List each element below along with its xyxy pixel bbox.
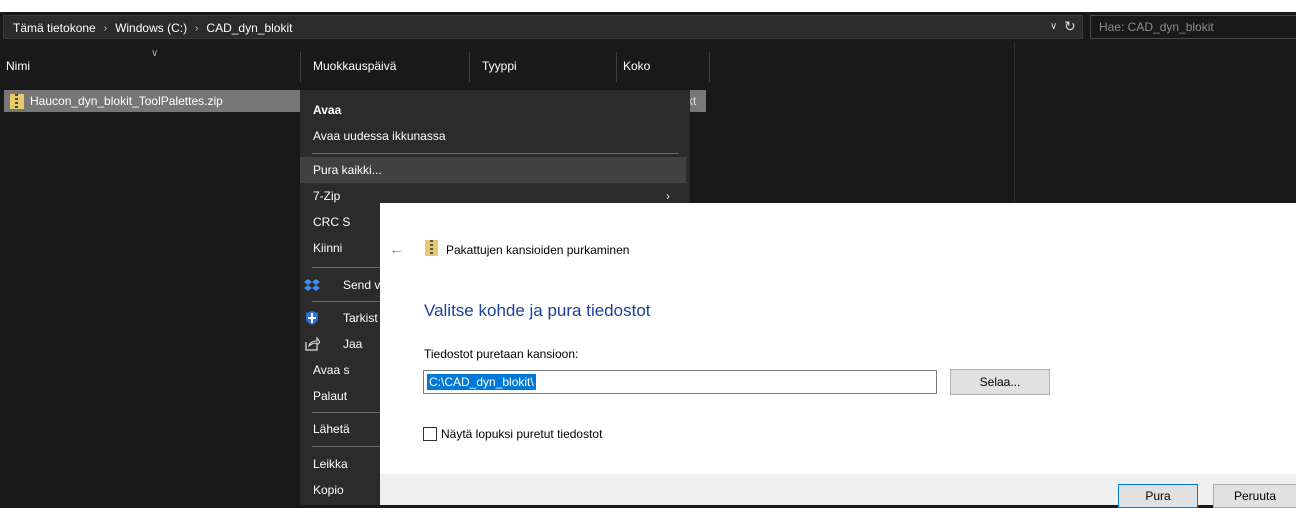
menu-item-label: Tarkist	[343, 311, 378, 325]
column-divider[interactable]	[469, 52, 470, 82]
extract-button[interactable]: Pura	[1118, 484, 1198, 508]
cancel-button[interactable]: Peruuta	[1213, 484, 1296, 508]
zip-folder-icon	[10, 93, 24, 109]
address-field[interactable]: Tämä tietokone › Windows (C:) › CAD_dyn_…	[3, 15, 1083, 39]
menu-item-open[interactable]: Avaa	[300, 97, 690, 123]
menu-item-open-new-window[interactable]: Avaa uudessa ikkunassa	[300, 123, 690, 149]
breadcrumb-folder[interactable]: CAD_dyn_blokit	[206, 21, 292, 35]
column-name[interactable]: Nimi	[0, 52, 300, 80]
dropbox-icon	[304, 279, 320, 291]
zip-folder-icon	[425, 240, 438, 256]
dialog-title: Pakattujen kansioiden purkaminen	[446, 243, 630, 257]
menu-item-label: 7-Zip	[313, 189, 341, 203]
breadcrumb-this-pc[interactable]: Tämä tietokone	[13, 21, 96, 35]
top-window-edge	[0, 0, 1296, 12]
destination-path-input[interactable]: C:\CAD_dyn_blokit\	[423, 370, 937, 394]
file-name: Haucon_dyn_blokit_ToolPalettes.zip	[30, 94, 223, 108]
menu-item-label: Send v	[343, 278, 381, 292]
column-header: ∨ Nimi Muokkauspäivä Tyyppi Koko	[0, 48, 1014, 83]
chevron-right-icon[interactable]: ›	[104, 23, 107, 34]
back-arrow-icon[interactable]: ←	[389, 241, 404, 258]
dialog-heading: Valitse kohde ja pura tiedostot	[424, 301, 651, 320]
browse-button[interactable]: Selaa...	[950, 369, 1050, 395]
extract-dialog: ← Pakattujen kansioiden purkaminen Valit…	[380, 203, 1296, 508]
address-bar: Tämä tietokone › Windows (C:) › CAD_dyn_…	[0, 12, 1296, 42]
search-input[interactable]	[1091, 16, 1296, 38]
share-icon	[305, 336, 320, 351]
column-divider[interactable]	[300, 52, 301, 82]
destination-label: Tiedostot puretaan kansioon:	[424, 347, 579, 361]
shield-icon	[306, 311, 318, 325]
chevron-right-icon[interactable]: ›	[195, 23, 198, 34]
column-modified[interactable]: Muokkauspäivä	[307, 52, 467, 80]
menu-item-extract-all[interactable]: Pura kaikki...	[300, 157, 686, 183]
search-box[interactable]	[1090, 15, 1296, 39]
breadcrumb-drive[interactable]: Windows (C:)	[115, 21, 187, 35]
file-row[interactable]: Haucon_dyn_blokit_ToolPalettes.zip	[4, 90, 300, 112]
menu-item-label: Jaa	[343, 337, 363, 351]
destination-path-value: C:\CAD_dyn_blokit\	[427, 374, 536, 390]
column-size[interactable]: Koko	[617, 52, 707, 80]
breadcrumb: Tämä tietokone › Windows (C:) › CAD_dyn_…	[13, 21, 292, 35]
chevron-down-icon[interactable]: ∨	[1050, 21, 1057, 32]
column-type[interactable]: Tyyppi	[476, 52, 616, 80]
column-divider[interactable]	[709, 52, 710, 82]
show-files-checkbox[interactable]	[423, 427, 437, 441]
menu-separator	[312, 153, 678, 154]
refresh-icon[interactable]: ↻	[1064, 18, 1076, 35]
show-files-checkbox-label[interactable]: Näytä lopuksi puretut tiedostot	[441, 427, 602, 441]
